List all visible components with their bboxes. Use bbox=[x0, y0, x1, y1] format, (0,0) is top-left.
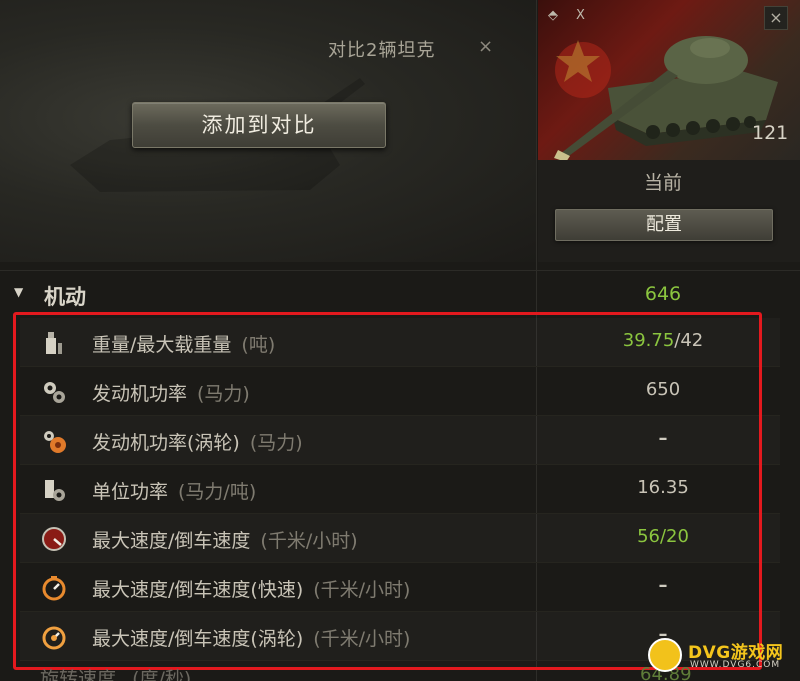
stat-unit: (马力) bbox=[249, 432, 303, 454]
stat-unit: (千米/小时) bbox=[260, 530, 358, 552]
stat-value-highlight: 56/20 bbox=[637, 526, 689, 547]
stat-label: 重量/最大载重量 bbox=[92, 334, 232, 356]
watermark: DVG游戏网 WWW.DVG6.COM bbox=[646, 634, 796, 678]
stat-row-traverse-peek: 旋转速度 (度/秒) bbox=[40, 664, 191, 681]
stat-value: – bbox=[658, 428, 668, 449]
compare-title: 对比2辆坦克 bbox=[328, 40, 436, 61]
tank-card[interactable]: ⬘ X × 121 当前 配置 bbox=[538, 0, 800, 262]
stat-unit: (千米/小时) bbox=[313, 579, 411, 601]
weight-icon bbox=[46, 332, 62, 354]
stat-label: 最大速度/倒车速度 bbox=[92, 530, 251, 552]
stat-unit: (马力/吨) bbox=[178, 481, 257, 503]
configure-button[interactable]: 配置 bbox=[555, 209, 773, 241]
tank-status: 当前 bbox=[643, 172, 682, 194]
compare-panel: 对比2辆坦克 × 添加到对比 bbox=[0, 0, 536, 262]
stat-value: 650 bbox=[645, 379, 681, 400]
close-compare-icon[interactable]: × bbox=[478, 36, 493, 57]
stat-label: 单位功率 bbox=[92, 481, 169, 503]
stat-row-weight: 重量/最大载重量 (吨) 39.75/42 bbox=[20, 318, 780, 367]
stat-unit: (度/秒) bbox=[132, 668, 192, 681]
add-to-compare-button[interactable]: 添加到对比 bbox=[132, 102, 386, 148]
stat-row-engine-power-turbo: 发动机功率(涡轮) (马力) – bbox=[20, 416, 780, 465]
stat-value: /42 bbox=[674, 330, 704, 351]
power-ratio-icon bbox=[45, 480, 65, 501]
tank-image: ⬘ X × 121 bbox=[538, 0, 800, 160]
speed-fast-icon bbox=[42, 576, 66, 601]
remove-tank-icon[interactable]: × bbox=[764, 6, 788, 30]
stat-label: 发动机功率(涡轮) bbox=[92, 432, 240, 454]
tank-number: 121 bbox=[752, 122, 789, 144]
section-mobility-header[interactable]: ▼ 机动 646 bbox=[0, 270, 800, 316]
stat-label: 最大速度/倒车速度(涡轮) bbox=[92, 628, 304, 650]
section-title: 机动 bbox=[44, 285, 86, 309]
turbo-gears-icon bbox=[44, 431, 66, 453]
stat-row-max-speed-fast: 最大速度/倒车速度(快速) (千米/小时) – bbox=[20, 563, 780, 612]
stat-unit: (马力) bbox=[197, 383, 250, 405]
stat-label: 发动机功率 bbox=[92, 383, 188, 405]
stat-unit: (吨) bbox=[241, 334, 276, 356]
speedometer-icon bbox=[42, 527, 66, 551]
stat-value-highlight: 39.75 bbox=[622, 330, 675, 351]
stat-label: 旋转速度 bbox=[40, 668, 117, 681]
stat-value: – bbox=[658, 575, 668, 596]
stat-label: 最大速度/倒车速度(快速) bbox=[92, 579, 304, 601]
chevron-down-icon[interactable]: ▼ bbox=[14, 285, 23, 299]
tank-tier-label: X bbox=[576, 8, 585, 23]
tank-type-icon: ⬘ bbox=[548, 8, 558, 23]
stat-row-engine-power: 发动机功率 (马力) 650 bbox=[20, 367, 780, 416]
watermark-logo-icon bbox=[648, 638, 682, 672]
watermark-url: WWW.DVG6.COM bbox=[690, 660, 781, 670]
stat-unit: (千米/小时) bbox=[313, 628, 411, 650]
stats-list: 重量/最大载重量 (吨) 39.75/42 发动机功率 (马力) 650 发动机功率… bbox=[20, 318, 780, 661]
speed-turbo-icon bbox=[42, 626, 66, 650]
stat-row-specific-power: 单位功率 (马力/吨) 16.35 bbox=[20, 465, 780, 514]
section-value: 646 bbox=[644, 283, 682, 305]
gears-icon bbox=[44, 382, 65, 403]
stat-row-max-speed: 最大速度/倒车速度 (千米/小时) 56/20 bbox=[20, 514, 780, 563]
stat-value: 16.35 bbox=[637, 477, 689, 498]
